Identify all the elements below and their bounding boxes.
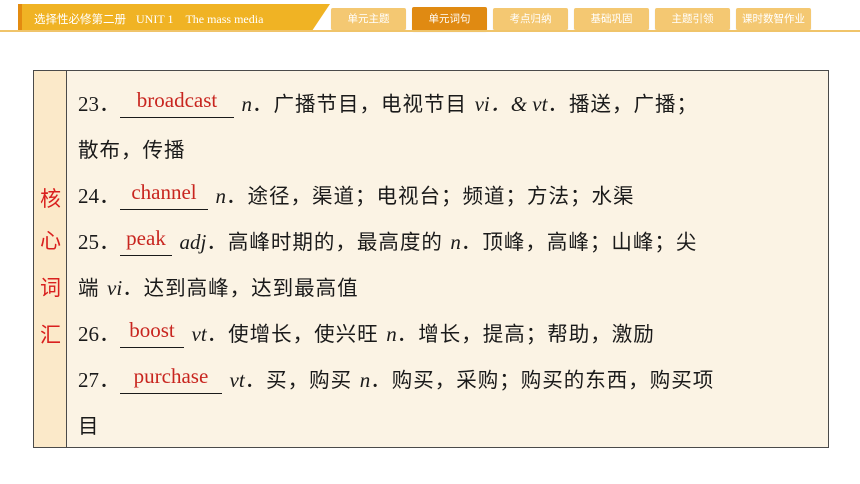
nav-homework-button[interactable]: 课时数智作业: [736, 8, 811, 30]
definition: ．顶峰，高峰；山峰；尖: [460, 230, 698, 254]
nav-key-points-button[interactable]: 考点归纳: [493, 8, 568, 30]
book-title: 选择性必修第二册: [34, 12, 126, 26]
definition: 散布，传播: [78, 138, 186, 162]
nav-theme-guide-button[interactable]: 主题引领: [655, 8, 730, 30]
answer-blank: broadcast: [120, 87, 234, 118]
part-of-speech: vt: [229, 368, 245, 392]
definition: ．使增长，使兴旺: [206, 322, 379, 346]
definition: ．达到高峰，达到最高值: [122, 276, 359, 300]
top-bar: 选择性必修第二册 UNIT 1 The mass media 单元主题 单元词句 …: [0, 0, 860, 40]
list-item-continuation: 目: [78, 403, 828, 449]
part-of-speech: n: [450, 230, 461, 254]
list-item-continuation: 端 vi．达到高峰，达到最高值: [78, 265, 828, 311]
entry-number: 26．: [78, 322, 120, 346]
list-item: 26． boost vt．使增长，使兴旺 n．增长，提高；帮助，激励: [78, 311, 828, 357]
list-item: 24． channel n．途径，渠道；电视台；频道；方法；水渠: [78, 173, 828, 219]
part-of-speech: vi: [107, 276, 123, 300]
part-of-speech: vt: [191, 322, 207, 346]
sidebar-char: 词: [40, 276, 61, 300]
list-item-continuation: 散布，传播: [78, 127, 828, 173]
part-of-speech: n: [359, 368, 371, 392]
sidebar-char: 心: [40, 229, 61, 253]
definition: 目: [78, 414, 100, 438]
title-text: 选择性必修第二册 UNIT 1 The mass media: [34, 10, 263, 27]
part-of-speech: adj: [179, 230, 207, 254]
sidebar-label: 核 心 词 汇: [34, 71, 67, 447]
list-item: 25． peak adj．高峰时期的，最高度的 n．顶峰，高峰；山峰；尖: [78, 219, 828, 265]
nav-unit-theme-button[interactable]: 单元主题: [331, 8, 406, 30]
list-item: 27． purchase vt．买，购买 n．购买，采购；购买的东西，购买项: [78, 357, 828, 403]
nav-basic-practice-button[interactable]: 基础巩固: [574, 8, 649, 30]
part-of-speech: vi．& vt: [474, 92, 548, 116]
entry-number: 25．: [78, 230, 120, 254]
definition: ．高峰时期的，最高度的: [206, 230, 443, 254]
answer-word: channel: [131, 180, 197, 204]
entry-number: 23．: [78, 92, 120, 116]
definition: 端: [78, 276, 100, 300]
answer-blank: boost: [120, 317, 184, 348]
list-item: 23． broadcast n．广播节目，电视节目 vi．& vt．播送，广播；: [78, 81, 828, 127]
definition: ．播送，广播；: [547, 92, 698, 116]
answer-word: purchase: [133, 364, 209, 388]
sidebar-char: 汇: [40, 323, 61, 347]
part-of-speech: n: [241, 92, 253, 116]
part-of-speech: n: [386, 322, 397, 346]
answer-blank: purchase: [120, 363, 222, 394]
title-tab: 选择性必修第二册 UNIT 1 The mass media: [18, 4, 330, 32]
definition: ．途径，渠道；电视台；频道；方法；水渠: [226, 184, 635, 208]
answer-word: peak: [126, 226, 166, 250]
header-divider: [0, 30, 860, 32]
nav-unit-vocab-button[interactable]: 单元词句: [412, 7, 487, 31]
answer-blank: peak: [120, 225, 172, 256]
definition: ．买，购买: [244, 368, 353, 392]
answer-blank: channel: [120, 179, 208, 210]
definition: ．购买，采购；购买的东西，购买项: [370, 368, 715, 392]
entry-number: 24．: [78, 184, 120, 208]
part-of-speech: n: [215, 184, 227, 208]
vocab-list: 23． broadcast n．广播节目，电视节目 vi．& vt．播送，广播； …: [78, 81, 828, 449]
entry-number: 27．: [78, 368, 120, 392]
unit-title: UNIT 1 The mass media: [136, 12, 264, 26]
definition: ．增长，提高；帮助，激励: [396, 322, 655, 346]
answer-word: boost: [129, 318, 175, 342]
answer-word: broadcast: [136, 88, 218, 112]
definition: ．广播节目，电视节目: [252, 92, 468, 116]
vocab-box: 核 心 词 汇 23． broadcast n．广播节目，电视节目 vi．& vt…: [33, 70, 829, 448]
sidebar-char: 核: [40, 187, 61, 211]
